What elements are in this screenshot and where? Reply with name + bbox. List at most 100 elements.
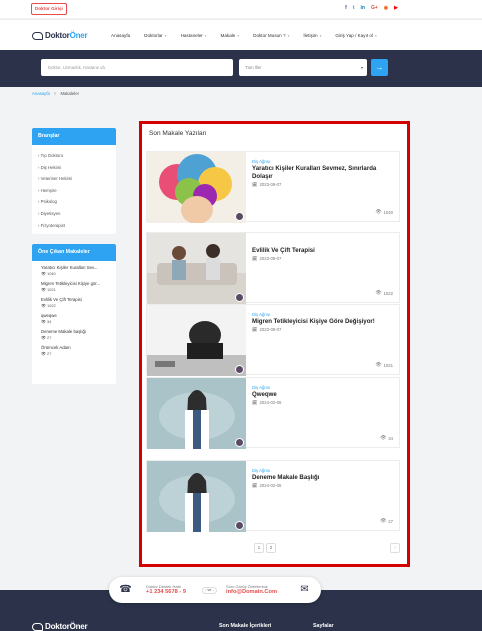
branches-title: Branşlar [32, 128, 116, 145]
article-card[interactable]: Diş Ağrısı Yaratıcı Kişiler Kuralları Sev… [146, 151, 400, 223]
author-avatar [235, 365, 244, 374]
article-thumbnail[interactable] [147, 461, 246, 532]
featured-article[interactable]: Deneme Makale başlığı 👁 27 [41, 329, 112, 340]
facebook-icon[interactable]: f [345, 5, 347, 12]
featured-article[interactable]: qweqwe 👁 34 [41, 313, 112, 324]
city-select[interactable]: Tüm İller ▾ [239, 59, 367, 76]
linkedin-icon[interactable]: in [361, 5, 365, 12]
nav-item[interactable]: Doktorlar ▾ [144, 33, 166, 38]
article-card[interactable]: Evlilik Ve Çift Terapisi 🗓 2023-09-07 👁 1022 [146, 232, 400, 304]
nav-item[interactable]: İletişim ▾ [303, 33, 321, 38]
article-body: Diş Ağrısı Qweqwe 🗓 2024-02-06 [252, 384, 393, 406]
featured-article-views: 👁 1021 [41, 287, 112, 292]
rss-icon[interactable]: ◉ [384, 5, 388, 12]
article-title[interactable]: Migren Tetikleyicisi Kişiye Göre Değişiy… [252, 318, 393, 326]
search-button[interactable]: → [371, 59, 388, 76]
article-card[interactable]: Diş Ağrısı Deneme Makale Başlığı 🗓 2024-02-… [146, 460, 400, 532]
article-category[interactable]: Diş Ağrısı [252, 311, 393, 318]
featured-article[interactable]: Yaratıcı Kişiler Kuralları Sev... 👁 1040 [41, 265, 112, 276]
article-thumbnail[interactable] [147, 378, 246, 449]
article-title[interactable]: Deneme Makale Başlığı [252, 474, 393, 482]
footer-logo[interactable]: DoktorÖner [32, 622, 88, 631]
breadcrumb-separator: > [53, 91, 57, 96]
search-input[interactable]: Doktor, Uzmanlık, Hastane vb. [41, 59, 233, 76]
article-thumbnail[interactable] [147, 152, 246, 223]
chevron-down-icon: ▾ [204, 33, 207, 38]
nav-item[interactable]: Makale ▾ [221, 33, 240, 38]
article-card[interactable]: Diş Ağrısı Qweqwe 🗓 2024-02-06 👁 34 [146, 377, 400, 449]
phone-number[interactable]: +1 234 5678 - 9 [146, 589, 186, 595]
views-count: 1022 [47, 303, 56, 308]
chevron-down-icon: ▾ [287, 33, 290, 38]
nav-item-label: Giriş Yap / Kayıt ol [335, 33, 374, 38]
article-title[interactable]: Qweqwe [252, 391, 393, 399]
breadcrumb-current: Makaleler [60, 91, 80, 96]
eye-icon: 👁 [380, 519, 387, 524]
views-count: 1022 [383, 291, 393, 296]
article-category[interactable]: Diş Ağrısı [252, 467, 393, 474]
calendar-icon: 🗓 [252, 483, 258, 488]
twitter-icon[interactable]: t [353, 5, 355, 12]
featured-list: Yaratıcı Kişiler Kuralları Sev... 👁 1040 M… [32, 261, 116, 365]
top-bar: Doktor Girişi f t in G+ ◉ ▶ [0, 0, 482, 18]
article-thumbnail[interactable] [147, 305, 246, 376]
eye-icon: 👁 [375, 210, 382, 215]
google-plus-icon[interactable]: G+ [371, 5, 378, 12]
views-count: 1021 [383, 363, 393, 368]
articles-panel: Son Makale Yazıları Diş Ağrısı Yaratıcı K… [139, 121, 410, 567]
nav-item[interactable]: Doktor Musun ? ▾ [253, 33, 289, 38]
calendar-icon: 🗓 [252, 182, 258, 187]
article-thumbnail[interactable] [147, 233, 246, 304]
search-band: Doktor, Uzmanlık, Hastane vb. Tüm İller … [0, 50, 482, 87]
breadcrumb: Anasayfa > Makaleler [32, 91, 79, 96]
branch-item[interactable]: › Fizyoterapist [38, 220, 116, 232]
article-date-text: 2024-02-06 [259, 400, 282, 405]
breadcrumb-home-link[interactable]: Anasayfa [32, 91, 50, 96]
calendar-icon: 🗓 [252, 256, 258, 261]
article-title[interactable]: Evlilik Ve Çift Terapisi [252, 247, 393, 255]
page-button[interactable]: 2 [266, 543, 276, 553]
featured-article[interactable]: Migren Tetikleyicisi Kişiye gör... 👁 1021 [41, 281, 112, 292]
article-views: 👁 34 [380, 436, 393, 441]
article-date-text: 2023-09-07 [259, 327, 282, 332]
article-date: 🗓 2023-09-07 [252, 181, 393, 188]
social-links: f t in G+ ◉ ▶ [345, 5, 398, 12]
nav-item-label: Hastaneler [180, 33, 203, 38]
youtube-icon[interactable]: ▶ [394, 5, 398, 12]
author-avatar [235, 521, 244, 530]
doctor-login-button[interactable]: Doktor Girişi [31, 3, 67, 15]
logo[interactable]: DoktorÖner [32, 31, 88, 40]
branch-item[interactable]: › Tıp Doktoru [38, 150, 116, 162]
featured-article[interactable]: Evlilik Ve Çift Terapisi 👁 1022 [41, 297, 112, 308]
stethoscope-icon [32, 622, 43, 631]
branch-item[interactable]: › Psikolog [38, 196, 116, 208]
article-category[interactable]: Diş Ağrısı [252, 158, 393, 165]
article-views: 👁 1022 [375, 291, 393, 296]
article-date: 🗓 2023-09-07 [252, 326, 393, 333]
article-category[interactable]: Diş Ağrısı [252, 384, 393, 391]
eye-icon: 👁 [375, 363, 382, 368]
featured-article[interactable]: Örümcek Adam 👁 27 [41, 345, 112, 356]
article-body: Diş Ağrısı Deneme Makale Başlığı 🗓 2024-02-… [252, 467, 393, 489]
branch-label: Veteriner Hekimi [40, 176, 73, 182]
branches-panel: Branşlar › Tıp Doktoru › Diş Hekimi › Vete… [32, 128, 116, 234]
footer-pages-heading: Sayfalar [313, 623, 334, 629]
next-page-button[interactable]: › [390, 543, 400, 553]
email-address[interactable]: info@Domain.Com [226, 589, 277, 595]
page-button[interactable]: 1 [254, 543, 264, 553]
nav-item[interactable]: Giriş Yap / Kayıt ol ▾ [335, 33, 376, 38]
nav-item-label: Doktor Musun ? [253, 33, 286, 38]
article-views: 👁 1021 [375, 363, 393, 368]
featured-article-views: 👁 27 [41, 351, 112, 356]
branch-item[interactable]: › Veteriner Hekimi [38, 173, 116, 185]
article-body: Evlilik Ve Çift Terapisi 🗓 2023-09-07 [252, 247, 393, 262]
article-card[interactable]: Diş Ağrısı Migren Tetikleyicisi Kişiye Gö… [146, 304, 400, 376]
nav-item[interactable]: Hastaneler ▾ [181, 33, 207, 38]
branch-item[interactable]: › Hemşire [38, 185, 116, 197]
branch-item[interactable]: › Diş Hekimi [38, 162, 116, 174]
article-date: 🗓 2023-09-07 [252, 255, 393, 262]
featured-article-views: 👁 27 [41, 335, 112, 340]
nav-item[interactable]: Anasayfa [111, 33, 130, 38]
branch-item[interactable]: › Diyetisyen [38, 208, 116, 220]
article-title[interactable]: Yaratıcı Kişiler Kuralları Sevmez, Sınır… [252, 165, 393, 181]
